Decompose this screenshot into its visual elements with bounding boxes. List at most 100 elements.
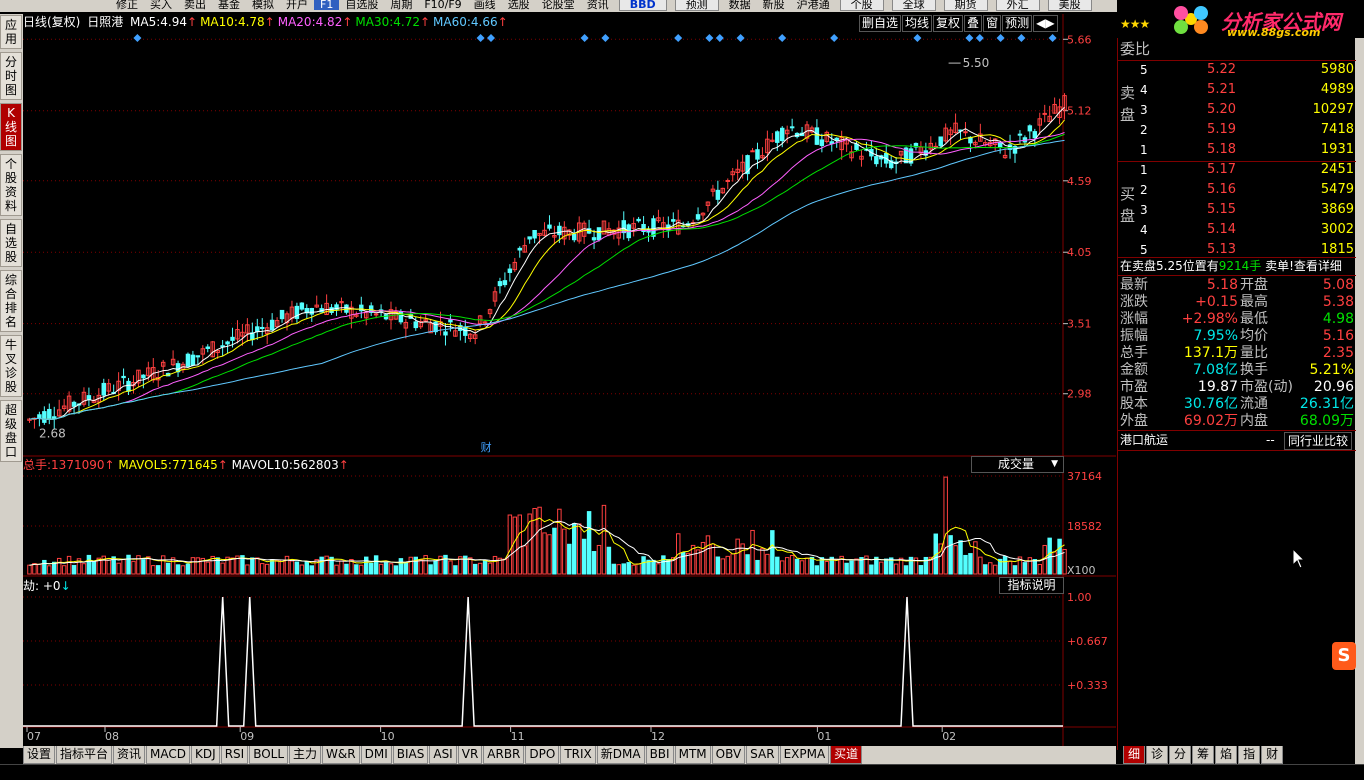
candle-body: [309, 307, 314, 315]
top-menu-item[interactable]: 资讯: [581, 0, 615, 10]
chart-tool-button[interactable]: 均线: [902, 15, 933, 32]
indicator-tab[interactable]: MTM: [674, 746, 711, 764]
quote-value: 5.08: [1322, 277, 1354, 293]
industry-compare-button[interactable]: 同行业比较: [1284, 432, 1353, 450]
sell-order-row[interactable]: 1 5.18 1931: [1118, 140, 1356, 160]
volume-bar: [651, 559, 656, 575]
indicator-tab[interactable]: SAR: [746, 746, 779, 764]
indicator-tab[interactable]: MACD: [146, 746, 191, 764]
quote-panel-tab[interactable]: 焰: [1215, 746, 1238, 764]
quote-panel-tab[interactable]: 筹: [1192, 746, 1215, 764]
indicator-tab[interactable]: BOLL: [249, 746, 289, 764]
volume-bar: [309, 565, 314, 575]
top-menu-item[interactable]: 模拟: [246, 0, 280, 10]
top-menu-item[interactable]: 画线: [468, 0, 502, 10]
quote-panel-tab[interactable]: 财: [1261, 746, 1284, 764]
sogou-input-icon[interactable]: S: [1332, 642, 1356, 670]
top-menu-item[interactable]: 买入: [144, 0, 178, 10]
chart-tool-button[interactable]: ◀▶: [1033, 15, 1058, 32]
candle-body: [591, 237, 597, 241]
indicator-tab[interactable]: BBI: [645, 746, 674, 764]
top-menu-item[interactable]: 外汇: [995, 0, 1040, 11]
indicator-tab[interactable]: BIAS: [392, 746, 429, 764]
top-menu-item[interactable]: 自选股: [339, 0, 384, 10]
view-detail-link[interactable]: 查看详细: [1294, 259, 1342, 273]
top-menu-item[interactable]: 数据: [723, 0, 757, 10]
volume-indicator-select[interactable]: 成交量 ▼: [971, 456, 1064, 473]
top-menu-item[interactable]: 卖出: [178, 0, 212, 10]
top-menu-item[interactable]: 个股: [839, 0, 884, 11]
quote-value: 68.09万: [1299, 413, 1354, 429]
indicator-tab[interactable]: OBV: [711, 746, 746, 764]
quote-value: 7.95%: [1193, 328, 1238, 344]
chart-tool-button[interactable]: 预测: [1002, 15, 1033, 32]
left-tab[interactable]: 牛 叉 诊 股: [0, 335, 22, 397]
volume-bar: [314, 559, 319, 575]
quote-panel-tab[interactable]: 分: [1169, 746, 1192, 764]
chart-tool-button[interactable]: 复权: [933, 15, 964, 32]
indicator-tab[interactable]: 资讯: [113, 746, 146, 764]
indicator-tab[interactable]: DPO: [525, 746, 560, 764]
volume-bar: [775, 556, 780, 575]
indicator-tab[interactable]: ARBR: [483, 746, 525, 764]
top-menu-item[interactable]: 沪港通: [791, 0, 836, 10]
quote-key: 外盘: [1120, 413, 1148, 429]
indicator-tab[interactable]: W&R: [322, 746, 360, 764]
indicator-tab[interactable]: 主力: [289, 746, 322, 764]
indicator-tab[interactable]: ASI: [429, 746, 457, 764]
price-axis-label: 3.51: [1067, 318, 1092, 331]
top-menu-item[interactable]: 修正: [110, 0, 144, 10]
sell-order-row[interactable]: 3 5.15 3869: [1118, 200, 1356, 220]
top-menu-item[interactable]: 期货: [943, 0, 988, 11]
indicator-tab[interactable]: RSI: [220, 746, 249, 764]
sell-order-row[interactable]: 4 5.21 4989: [1118, 80, 1356, 100]
top-menu-item[interactable]: 论股堂: [536, 0, 581, 10]
quote-panel-tab[interactable]: 细: [1123, 746, 1146, 764]
indicator-tab[interactable]: DMI: [360, 746, 392, 764]
left-tab[interactable]: 自 选 股: [0, 219, 22, 267]
right-scrollbar[interactable]: [1355, 14, 1364, 764]
sell-order-row[interactable]: 1 5.17 2451: [1118, 160, 1356, 180]
sell-order-row[interactable]: 2 5.16 5479: [1118, 180, 1356, 200]
sell-order-row[interactable]: 5 5.22 5980: [1118, 60, 1356, 80]
top-menu-item[interactable]: 开户: [280, 0, 314, 10]
top-menu-item[interactable]: 新股: [757, 0, 791, 10]
indicator-tab[interactable]: 设置: [23, 746, 56, 764]
left-tab[interactable]: 分 时 图: [0, 52, 22, 100]
left-tab[interactable]: 超 级 盘 口: [0, 400, 22, 462]
left-tab[interactable]: 个 股 资 料: [0, 154, 22, 216]
candle-body: [507, 268, 513, 273]
ma-legend: MA5:4.94↑ MA10:4.78↑ MA20:4.82↑ MA30:4.72↑ M…: [130, 15, 508, 29]
indicator-tab[interactable]: VR: [457, 746, 483, 764]
indicator-tab[interactable]: 指标平台: [56, 746, 113, 764]
chart-tool-button[interactable]: 删自选: [859, 15, 902, 32]
main-chart-area[interactable]: 5.66 5.12 4.59 4.05 3.51 2.98 5.50 2.68 财 37164 18…: [23, 14, 1116, 746]
top-menu-item[interactable]: F1: [314, 0, 340, 10]
sell-order-row[interactable]: 3 5.20 10297: [1118, 100, 1356, 120]
indicator-tab[interactable]: TRIX: [560, 746, 596, 764]
top-menu-item[interactable]: BBD: [618, 0, 667, 11]
left-tab[interactable]: 应 用: [0, 15, 22, 49]
top-menu-item[interactable]: 选股: [502, 0, 536, 10]
quote-key: 市盈(动): [1240, 379, 1293, 395]
sell-order-row[interactable]: 4 5.14 3002: [1118, 220, 1356, 240]
sell-order-row[interactable]: 2 5.19 7418: [1118, 120, 1356, 140]
quote-panel-tab[interactable]: 诊: [1146, 746, 1169, 764]
indicator-help-button[interactable]: 指标说明: [999, 577, 1064, 594]
quote-panel-tab[interactable]: 指: [1238, 746, 1261, 764]
top-menu-item[interactable]: 预测: [674, 0, 719, 11]
volume-bar: [245, 564, 250, 575]
top-menu-item[interactable]: 全球: [891, 0, 936, 11]
left-tab[interactable]: 综 合 排 名: [0, 270, 22, 332]
left-tab[interactable]: K 线 图: [0, 103, 22, 151]
indicator-tab[interactable]: EXPMA: [779, 746, 830, 764]
indicator-tab[interactable]: 买道: [830, 746, 863, 764]
top-menu-item[interactable]: 美股: [1047, 0, 1092, 11]
top-menu-item[interactable]: F10/F9: [418, 0, 467, 10]
chart-tool-button[interactable]: 窗: [983, 15, 1002, 32]
indicator-tab[interactable]: 新DMA: [596, 746, 645, 764]
top-menu-item[interactable]: 基金: [212, 0, 246, 10]
top-menu-item[interactable]: 周期: [384, 0, 418, 10]
chart-tool-button[interactable]: 叠: [964, 15, 983, 32]
indicator-tab[interactable]: KDJ: [191, 746, 220, 764]
